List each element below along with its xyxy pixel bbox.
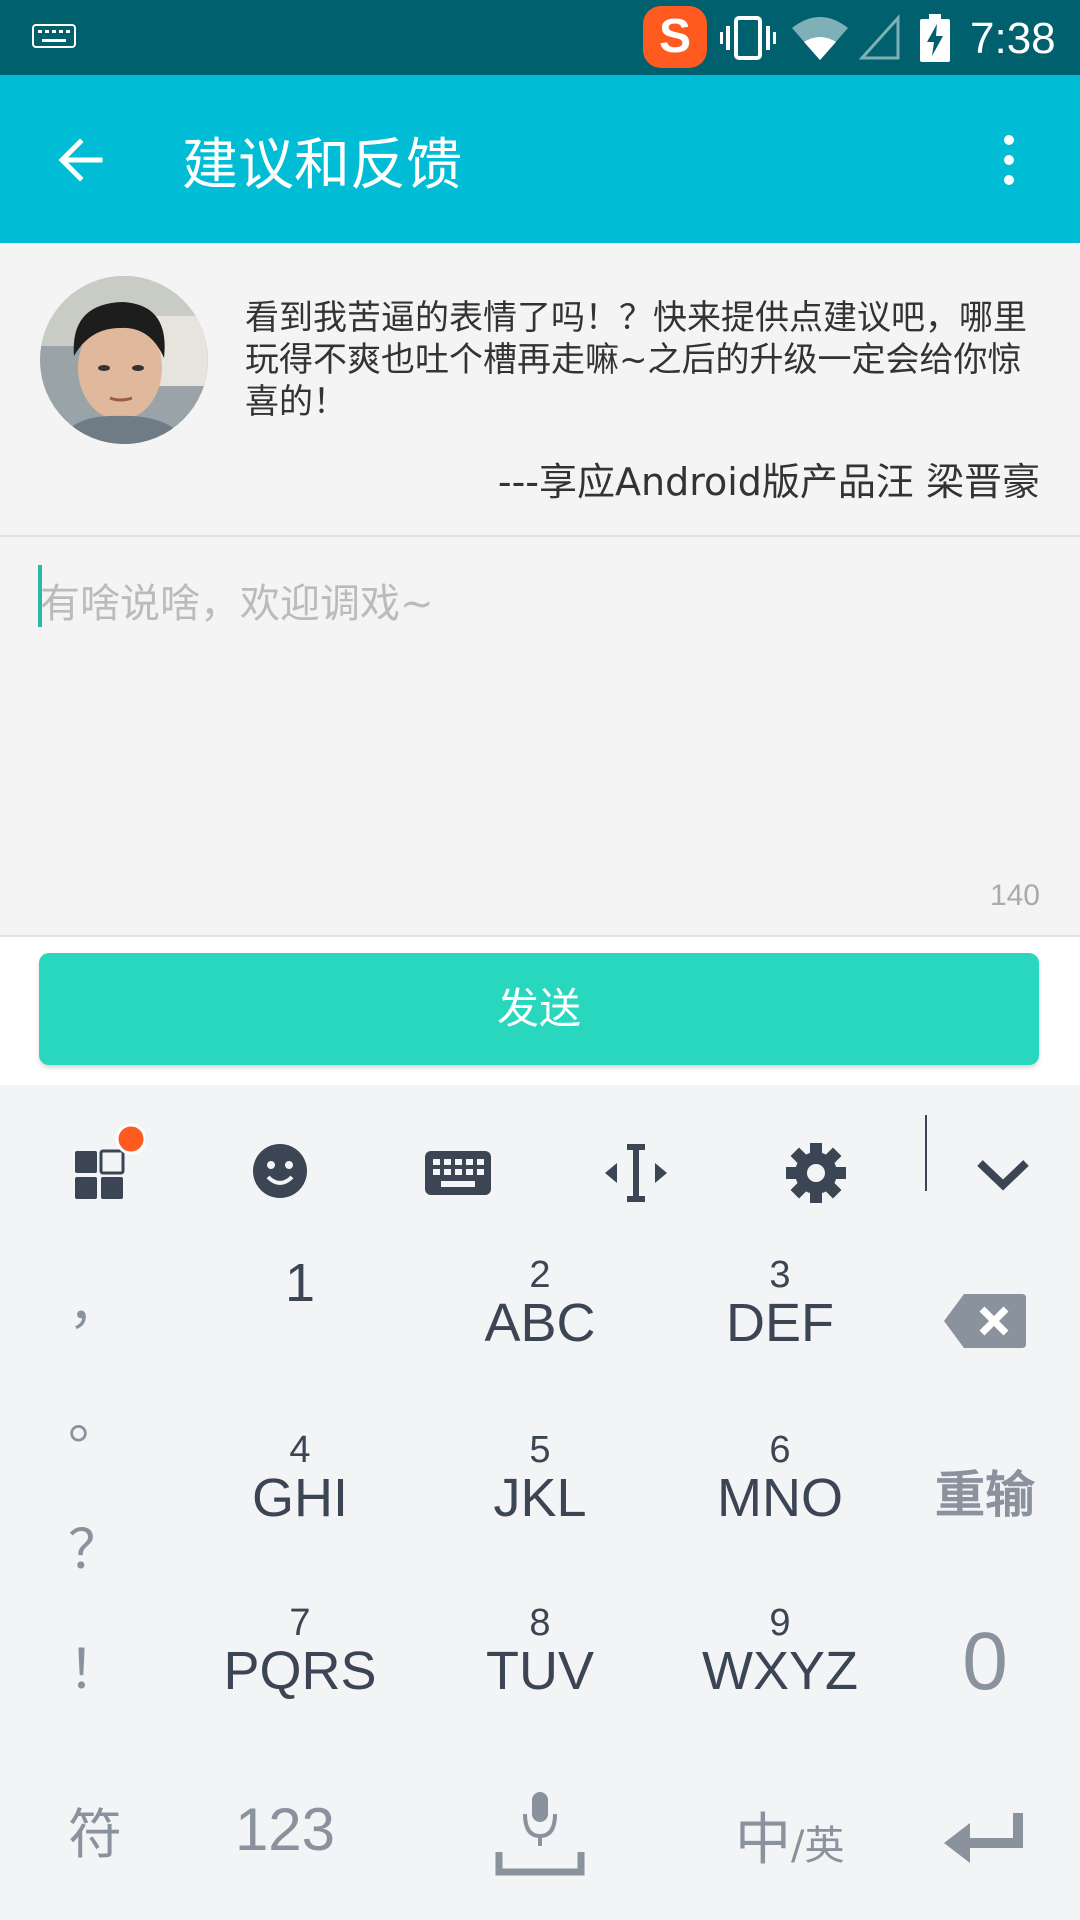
intro-message: 看到我苦逼的表情了吗！？快来提供点建议吧，哪里玩得不爽也吐个槽再走嘛~之后的升级… <box>245 298 1027 422</box>
intro-section: 看到我苦逼的表情了吗！？快来提供点建议吧，哪里玩得不爽也吐个槽再走嘛~之后的升级… <box>0 243 1080 537</box>
enter-icon[interactable] <box>942 1807 1026 1867</box>
key-0[interactable]: 0 <box>925 1615 1045 1709</box>
key-6[interactable]: 6 MNO <box>690 1430 870 1526</box>
status-bar: S 7:38 <box>0 0 1080 75</box>
backspace-icon[interactable] <box>942 1292 1026 1350</box>
microphone-icon[interactable] <box>495 1792 585 1882</box>
toolbar-divider <box>925 1115 927 1191</box>
emoji-icon[interactable] <box>235 1115 325 1215</box>
send-bar: 发送 <box>0 937 1080 1085</box>
feedback-input[interactable]: 有啥说啥，欢迎调戏~ 140 <box>0 537 1080 937</box>
char-counter: 140 <box>989 879 1040 912</box>
sogou-icon: S <box>643 6 707 68</box>
key-3[interactable]: 3 DEF <box>690 1255 870 1351</box>
more-vert-icon[interactable] <box>995 130 1023 190</box>
vibrate-icon <box>720 16 776 60</box>
key-8[interactable]: 8 TUV <box>450 1603 630 1699</box>
signal-icon <box>858 14 900 60</box>
feedback-placeholder: 有啥说啥，欢迎调戏~ <box>40 581 434 627</box>
numbers-key[interactable]: 123 <box>215 1795 355 1864</box>
punct-comma[interactable]: ， <box>55 1260 135 1339</box>
symbols-key[interactable]: 符 <box>50 1790 140 1869</box>
key-2[interactable]: 2 ABC <box>450 1255 630 1351</box>
battery-charging-icon <box>920 14 950 62</box>
apps-icon[interactable] <box>55 1115 145 1215</box>
arrow-left-icon[interactable] <box>52 130 112 190</box>
punct-exclaim[interactable]: ！ <box>55 1625 135 1704</box>
ime-keyboard: ， 。 ？ ！ 1 2 ABC 3 DEF 4 GHI 5 JKL 6 MNO … <box>0 1085 1080 1920</box>
key-9[interactable]: 9 WXYZ <box>690 1603 870 1699</box>
app-bar: 建议和反馈 <box>0 75 1080 243</box>
chevron-down-icon[interactable] <box>958 1115 1048 1215</box>
settings-icon[interactable] <box>771 1115 861 1215</box>
language-toggle[interactable]: 中/英 <box>735 1795 875 1876</box>
punct-period[interactable]: 。 <box>55 1375 135 1454</box>
clock: 7:38 <box>970 14 1056 63</box>
keyboard-icon[interactable] <box>413 1115 503 1215</box>
cursor-move-icon[interactable] <box>591 1115 681 1215</box>
key-5[interactable]: 5 JKL <box>450 1430 630 1526</box>
key-7[interactable]: 7 PQRS <box>210 1603 390 1699</box>
reenter-key[interactable]: 重输 <box>925 1455 1045 1527</box>
avatar <box>40 276 208 444</box>
intro-signature: ---享应Android版产品汪 梁晋豪 <box>497 460 1040 504</box>
key-1[interactable]: 1 <box>210 1255 390 1311</box>
send-button[interactable]: 发送 <box>39 953 1039 1065</box>
page-title: 建议和反馈 <box>182 133 462 198</box>
punct-question[interactable]: ？ <box>55 1505 135 1584</box>
wifi-icon <box>792 17 848 60</box>
keyboard-icon <box>32 24 76 48</box>
key-4[interactable]: 4 GHI <box>210 1430 390 1526</box>
